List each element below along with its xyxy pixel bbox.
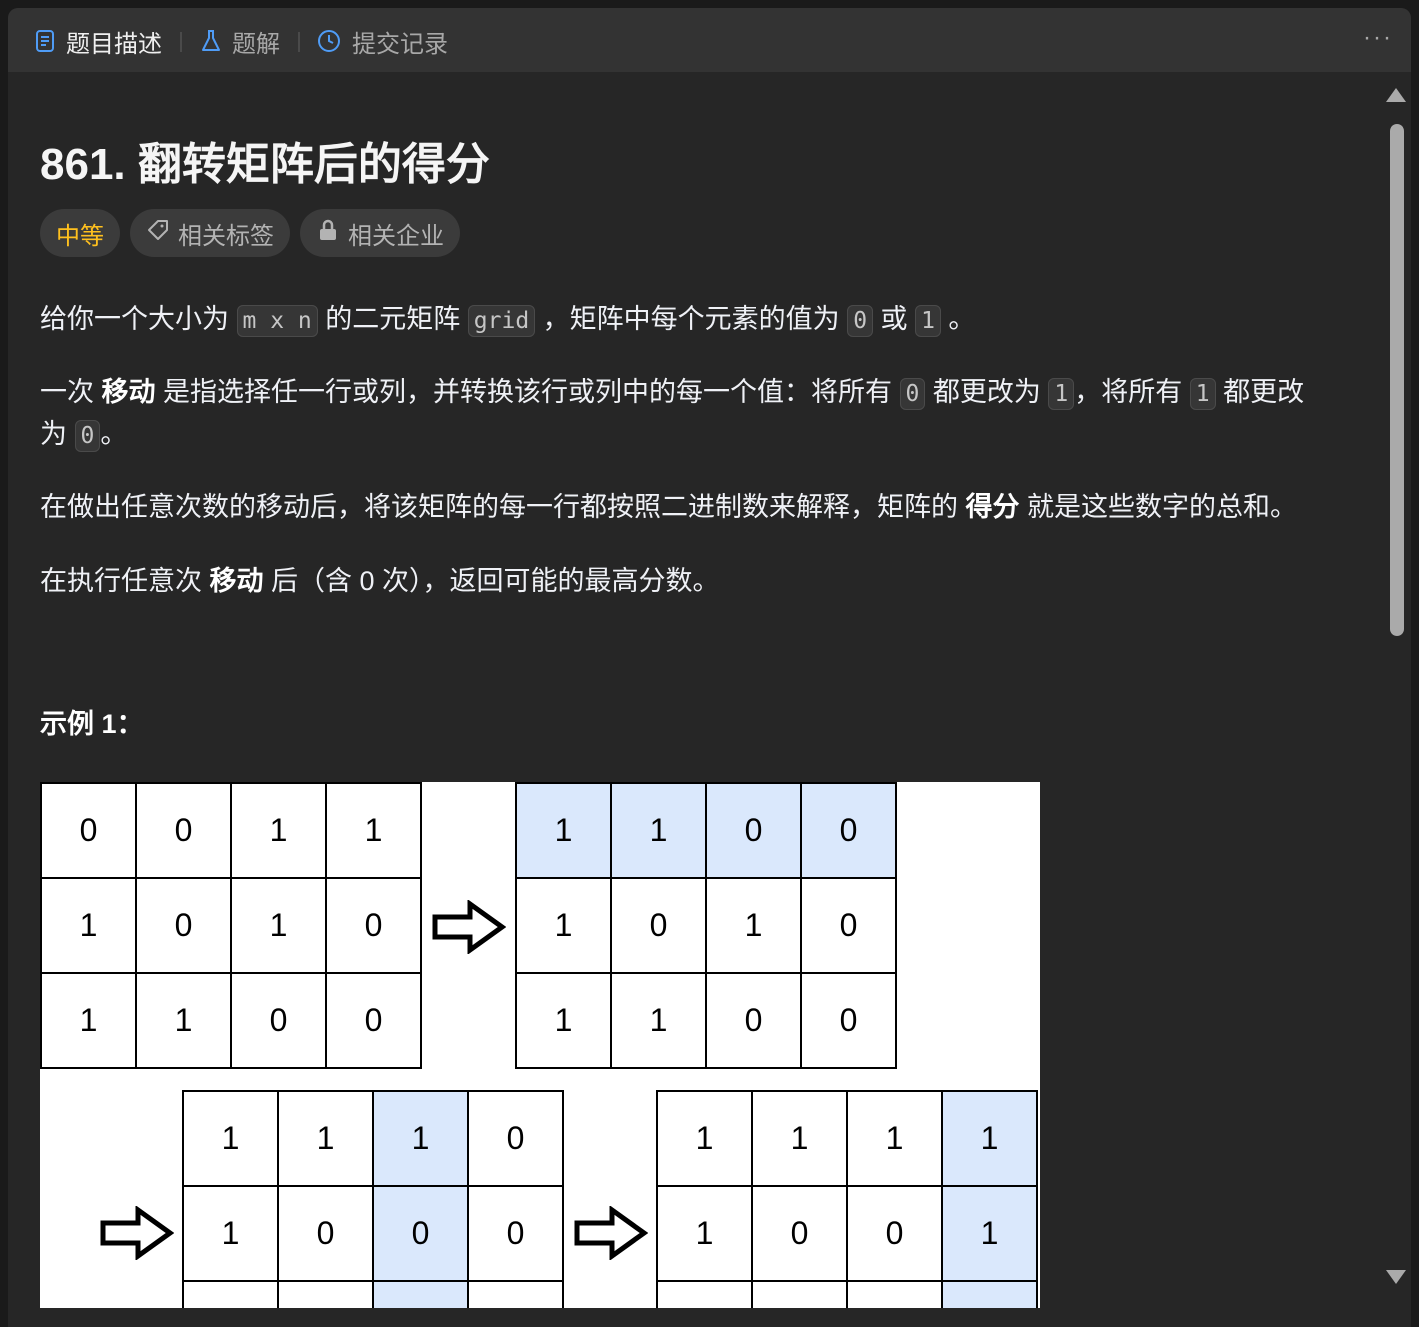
scrollbar-thumb[interactable] (1390, 124, 1404, 636)
tab-solutions[interactable]: 题解 (200, 24, 280, 58)
tag-icon (146, 218, 170, 249)
matrix-cell: 1 (232, 879, 327, 974)
matrix-cell: 1 (943, 1092, 1038, 1187)
description-paragraph-1: 给你一个大小为 m x n 的二元矩阵 grid ，矩阵中每个元素的值为 0 或… (40, 298, 975, 342)
matrix-cell (658, 1282, 753, 1308)
scroll-down-arrow-icon[interactable] (1386, 1270, 1406, 1284)
tab-submissions[interactable]: 提交记录 (316, 24, 448, 58)
matrix-cell: 1 (232, 784, 327, 879)
inline-code: 0 (899, 378, 926, 410)
related-tags-button[interactable]: 相关标签 (130, 209, 290, 257)
matrix-cell: 0 (327, 879, 422, 974)
matrix-cell (848, 1282, 943, 1308)
inline-code: 1 (1048, 378, 1075, 410)
matrix-cell (469, 1282, 564, 1308)
matrix-cell: 1 (42, 974, 137, 1069)
matrix-cell: 1 (658, 1187, 753, 1282)
matrix-cell: 0 (469, 1187, 564, 1282)
more-options-icon[interactable]: ··· (1363, 26, 1393, 50)
matrix-cell: 1 (943, 1187, 1038, 1282)
description-paragraph-4: 在执行任意次 移动 后（含 0 次），返回可能的最高分数。 (40, 566, 720, 596)
matrix-cell: 1 (517, 974, 612, 1069)
inline-code: grid (467, 305, 536, 337)
right-arrow-icon (432, 900, 506, 954)
matrix-grid: 110010101100 (515, 782, 897, 1069)
matrix-cell: 1 (517, 879, 612, 974)
document-icon (34, 29, 56, 53)
matrix-cell (753, 1282, 848, 1308)
matrix-cell: 1 (279, 1092, 374, 1187)
inline-code: 0 (847, 305, 874, 337)
tab-description[interactable]: 题目描述 (34, 24, 162, 58)
tab-label: 题目描述 (66, 30, 162, 58)
matrix-cell (184, 1282, 279, 1308)
matrix-cell: 1 (612, 784, 707, 879)
problem-title: 861. 翻转矩阵后的得分 (40, 140, 490, 189)
matrix-cell: 0 (802, 879, 897, 974)
tab-label: 题解 (232, 30, 280, 58)
matrix-cell: 1 (848, 1092, 943, 1187)
matrix-grid: 11111001 (656, 1090, 1038, 1308)
matrix-cell: 0 (753, 1187, 848, 1282)
inline-code: 1 (915, 305, 941, 337)
related-companies-button[interactable]: 相关企业 (300, 209, 460, 257)
matrix-cell: 0 (327, 974, 422, 1069)
tab-bar: 题目描述 题解 提交记录 ··· (8, 8, 1411, 72)
matrix-cell: 1 (137, 974, 232, 1069)
matrix-cell: 0 (137, 784, 232, 879)
matrix-cell: 1 (517, 784, 612, 879)
scroll-up-arrow-icon[interactable] (1386, 88, 1406, 102)
vertical-scrollbar[interactable] (1383, 80, 1411, 1300)
related-tags-label: 相关标签 (178, 222, 274, 250)
problem-panel: 题目描述 题解 提交记录 ··· 861. 翻转矩阵后的得分 中等 相关标签 相… (8, 8, 1411, 1327)
matrix-cell: 0 (279, 1187, 374, 1282)
matrix-cell: 1 (707, 879, 802, 974)
matrix-cell: 0 (137, 879, 232, 974)
matrix-cell: 0 (469, 1092, 564, 1187)
matrix-cell: 1 (753, 1092, 848, 1187)
description-content: 861. 翻转矩阵后的得分 中等 相关标签 相关企业 给你一个大小为 m x n… (40, 72, 1380, 1308)
matrix-cell: 0 (802, 784, 897, 879)
matrix-cell: 0 (42, 784, 137, 879)
matrix-cell: 1 (374, 1092, 469, 1187)
matrix-cell: 0 (374, 1187, 469, 1282)
tag-row: 中等 相关标签 相关企业 (40, 209, 460, 257)
tab-label: 提交记录 (352, 30, 448, 58)
matrix-cell: 1 (327, 784, 422, 879)
example-figure: 001110101100 110010101100 11101000 11111… (40, 782, 1040, 1308)
flask-icon (200, 29, 222, 53)
matrix-cell: 0 (707, 974, 802, 1069)
tab-divider (180, 32, 182, 52)
matrix-cell (279, 1282, 374, 1308)
related-companies-label: 相关企业 (348, 222, 444, 250)
right-arrow-icon (100, 1206, 174, 1260)
matrix-cell: 0 (612, 879, 707, 974)
description-paragraph-2: 一次 移动 是指选择任一行或列，并转换该行或列中的每一个值：将所有 0 都更改为… (40, 371, 1304, 415)
history-icon (316, 28, 342, 54)
lock-icon (316, 218, 340, 249)
example-heading: 示例 1： (40, 709, 144, 739)
right-arrow-icon (574, 1206, 648, 1260)
tab-divider (298, 32, 300, 52)
matrix-cell: 0 (848, 1187, 943, 1282)
matrix-grid: 11101000 (182, 1090, 564, 1308)
inline-code: 1 (1189, 378, 1216, 410)
matrix-cell (374, 1282, 469, 1308)
matrix-cell: 0 (802, 974, 897, 1069)
matrix-grid: 001110101100 (40, 782, 422, 1069)
difficulty-label: 中等 (56, 222, 104, 250)
matrix-cell: 1 (184, 1092, 279, 1187)
matrix-cell: 1 (612, 974, 707, 1069)
inline-code: m x n (236, 305, 318, 337)
difficulty-badge[interactable]: 中等 (40, 209, 120, 257)
matrix-cell: 1 (184, 1187, 279, 1282)
matrix-cell (943, 1282, 1038, 1308)
matrix-cell: 0 (232, 974, 327, 1069)
matrix-cell: 1 (42, 879, 137, 974)
matrix-cell: 0 (707, 784, 802, 879)
description-paragraph-2-cont: 为 0。 (40, 413, 127, 457)
matrix-cell: 1 (658, 1092, 753, 1187)
inline-code: 0 (74, 420, 101, 452)
description-paragraph-3: 在做出任意次数的移动后，将该矩阵的每一行都按照二进制数来解释，矩阵的 得分 就是… (40, 492, 1298, 522)
